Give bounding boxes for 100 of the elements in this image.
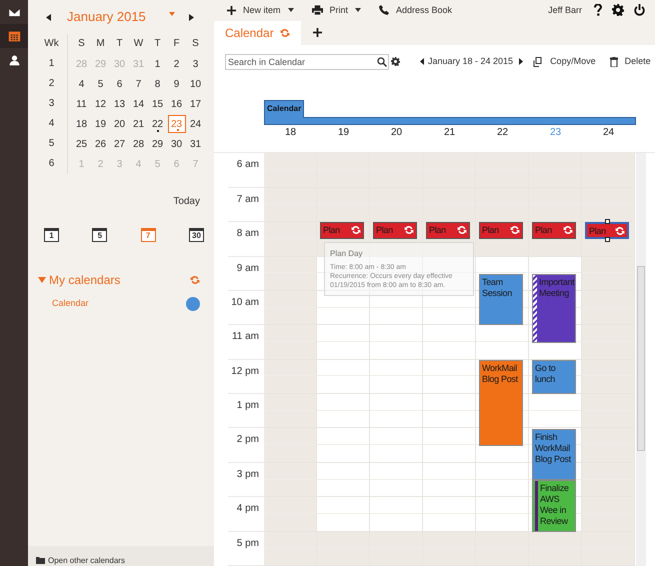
calendar-day[interactable]: 8 (148, 75, 166, 93)
previous-month-icon[interactable] (46, 14, 51, 20)
day-header[interactable]: 18 (264, 124, 317, 146)
day-header[interactable]: 19 (317, 124, 370, 146)
user-name[interactable]: Jeff Barr (548, 4, 582, 18)
refresh-icon (280, 28, 290, 38)
event-title: Team Session (482, 276, 513, 299)
view-button[interactable]: 30 (188, 228, 204, 242)
hour-label: 1 pm (236, 399, 259, 414)
settings-icon[interactable] (612, 4, 624, 16)
search-icon[interactable] (377, 56, 387, 67)
calendar-day[interactable]: 11 (72, 95, 90, 113)
calendar-day[interactable]: 24 (186, 115, 204, 133)
event-title: Finalize AWS Wee in Review (540, 483, 570, 528)
event-block[interactable]: Finish WorkMail Blog Post (532, 428, 576, 480)
action-button[interactable]: Copy/Move (533, 55, 596, 69)
scrollbar-thumb[interactable] (637, 266, 645, 452)
open-other-calendars-link[interactable]: Open other calendars (48, 556, 125, 566)
calendar-day[interactable]: 15 (148, 95, 166, 113)
toolbar-button[interactable]: New item (227, 4, 294, 18)
event-title: Plan (376, 225, 393, 236)
calendar-day[interactable]: 21 (130, 115, 148, 133)
action-button[interactable]: Delete (610, 55, 651, 69)
hour-label: 11 am (232, 330, 259, 344)
help-icon[interactable] (594, 4, 602, 16)
resize-handle[interactable] (605, 219, 610, 224)
today-button[interactable]: Today (173, 194, 200, 209)
repeat-icon (510, 225, 520, 236)
person-icon (8, 54, 20, 66)
scrollbar[interactable] (636, 153, 646, 566)
hour-label: 9 am (236, 262, 259, 276)
calendar-day[interactable]: 16 (168, 95, 186, 113)
event-block[interactable]: Team Session (479, 274, 523, 326)
calendar-day[interactable]: 17 (186, 95, 204, 113)
day-header[interactable]: 24 (582, 124, 635, 146)
calendar-day[interactable]: 6 (110, 75, 128, 93)
calendar-day[interactable]: 12 (92, 95, 110, 113)
hour-label: 2 pm (236, 433, 259, 448)
event-title: Finish WorkMail Blog Post (535, 432, 572, 465)
calendar-day[interactable]: 25 (72, 135, 90, 153)
view-button[interactable]: 1 (44, 228, 59, 242)
hour-label: 4 pm (236, 502, 259, 516)
day-header[interactable]: 22 (476, 124, 529, 146)
toolbar-button[interactable]: Address Book (379, 4, 452, 18)
calendar-day[interactable]: 31 (186, 135, 204, 153)
calendar-day[interactable]: 29 (148, 135, 166, 153)
next-month-icon[interactable] (189, 14, 194, 20)
event-title: Plan (323, 225, 340, 236)
hour-label: 12 pm (231, 364, 259, 379)
calendar-day[interactable]: 27 (110, 135, 128, 153)
refresh-icon (190, 275, 200, 285)
calendar-day[interactable]: 26 (92, 135, 110, 153)
add-tab-icon[interactable] (312, 28, 322, 38)
weekday-label: S (77, 37, 86, 51)
repeat-icon (563, 225, 573, 236)
toolbar-button[interactable]: Print (312, 4, 362, 18)
weekday-label: T (153, 37, 162, 51)
calendar-day[interactable]: 14 (130, 95, 148, 113)
next-week-icon[interactable] (519, 58, 524, 66)
calendar-icon (8, 30, 20, 42)
expand-caret-icon[interactable] (38, 277, 46, 283)
week-number: 1 (48, 57, 54, 71)
day-header[interactable]: 20 (370, 124, 423, 146)
power-icon[interactable] (634, 4, 645, 16)
calendar-day[interactable]: 2 (168, 55, 186, 73)
settings-icon[interactable] (391, 57, 400, 66)
event-block[interactable]: Go to lunch (532, 360, 576, 394)
calendar-day[interactable]: 7 (130, 75, 148, 93)
calendar-day[interactable]: 1 (148, 55, 166, 73)
calendar-day[interactable]: 30 (168, 135, 186, 153)
all-day-label[interactable]: Calendar (264, 100, 304, 118)
previous-week-icon[interactable] (420, 58, 424, 66)
view-button[interactable]: 5 (92, 228, 108, 242)
folder-icon (36, 557, 45, 564)
caret-icon (288, 8, 294, 12)
day-header[interactable]: 21 (423, 124, 476, 146)
calendar-day[interactable]: 13 (110, 95, 128, 113)
calendar-day[interactable]: 20 (110, 115, 128, 133)
calendar-day[interactable]: 18 (72, 115, 90, 133)
section-title: My calendars (49, 272, 120, 289)
event-block[interactable]: Finalize AWS Wee in Review (532, 480, 576, 532)
event-title: WorkMail Blog Post (482, 362, 519, 385)
calendar-day[interactable]: 10 (186, 75, 204, 93)
calendar-day[interactable]: 28 (130, 135, 148, 153)
calendar-day[interactable]: 9 (168, 75, 186, 93)
calendar-nav-button[interactable] (0, 24, 28, 48)
calendar-day[interactable]: 5 (92, 75, 110, 93)
week-number: 4 (48, 117, 54, 131)
weekday-label: T (115, 37, 124, 51)
week-number: 3 (48, 97, 54, 111)
printer-icon (312, 5, 323, 16)
weekday-label: S (191, 37, 200, 51)
calendar-day[interactable]: 22 (148, 115, 166, 133)
calendar-day[interactable]: 4 (72, 75, 90, 93)
weekday-label: W (132, 37, 144, 51)
event-block[interactable]: WorkMail Blog Post (479, 360, 523, 446)
search-field[interactable]: Search in Calendar (225, 54, 389, 70)
calendar-day[interactable]: 3 (186, 55, 204, 73)
resize-handle[interactable] (605, 237, 610, 242)
calendar-day[interactable]: 19 (92, 115, 110, 133)
